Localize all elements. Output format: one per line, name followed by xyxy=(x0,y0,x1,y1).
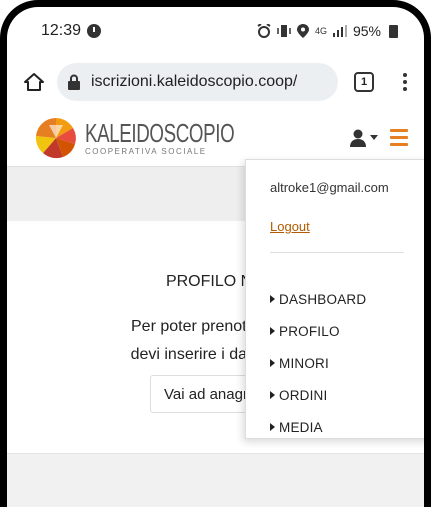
caret-right-icon xyxy=(270,391,275,399)
caret-right-icon xyxy=(270,295,275,303)
user-icon xyxy=(350,129,366,147)
phone-frame: 12:39 4G 95% iscrizioni.kaleidoscopio.co… xyxy=(0,0,431,507)
menu-item-media[interactable]: MEDIA xyxy=(270,411,424,443)
header-actions xyxy=(349,129,408,147)
menu-item-profilo[interactable]: PROFILO xyxy=(270,315,424,347)
caret-right-icon xyxy=(270,359,275,367)
logo-name: KALEIDOSCOPIO xyxy=(85,117,235,148)
menu-item-label: MINORI xyxy=(279,355,329,371)
menu-divider xyxy=(270,252,404,253)
location-icon xyxy=(296,24,309,38)
signal-icon xyxy=(332,25,347,37)
lock-icon xyxy=(68,74,80,90)
battery-percent: 95% xyxy=(352,23,381,39)
status-left: 12:39 xyxy=(41,22,102,40)
url-text: iscrizioni.kaleidoscopio.coop/ xyxy=(91,73,298,90)
tab-switcher-icon[interactable]: 1 xyxy=(354,72,374,92)
status-right: 4G 95% xyxy=(257,23,398,39)
caret-right-icon xyxy=(270,327,275,335)
caret-right-icon xyxy=(270,423,275,431)
menu-item-label: MEDIA xyxy=(279,419,323,435)
logo-subtitle: COOPERATIVA SOCIALE xyxy=(85,146,207,156)
logo-text: KALEIDOSCOPIO COOPERATIVA SOCIALE xyxy=(85,120,292,156)
user-email: altroke1@gmail.com xyxy=(270,180,389,195)
notification-icon xyxy=(87,24,102,38)
address-bar[interactable]: iscrizioni.kaleidoscopio.coop/ xyxy=(57,63,338,101)
menu-item-label: PROFILO xyxy=(279,323,340,339)
browser-menu-icon[interactable] xyxy=(396,73,414,91)
vibrate-icon xyxy=(277,25,291,37)
menu-item-minori[interactable]: MINORI xyxy=(270,347,424,379)
logout-link[interactable]: Logout xyxy=(270,219,310,234)
alarm-icon xyxy=(257,24,271,38)
menu-item-dashboard[interactable]: DASHBOARD xyxy=(270,283,424,315)
network-type: 4G xyxy=(314,26,327,36)
status-time: 12:39 xyxy=(41,22,82,39)
hamburger-menu-icon[interactable] xyxy=(390,129,408,146)
user-menu-button[interactable] xyxy=(349,129,378,147)
battery-icon xyxy=(389,24,398,38)
kaleidoscope-logo-icon xyxy=(35,117,76,158)
menu-item-label: ORDINI xyxy=(279,387,328,403)
menu-item-ordini[interactable]: ORDINI xyxy=(270,379,424,411)
site-logo[interactable]: KALEIDOSCOPIO COOPERATIVA SOCIALE xyxy=(31,117,292,159)
home-icon[interactable] xyxy=(21,69,47,95)
chevron-down-icon xyxy=(370,135,378,140)
user-dropdown-menu: altroke1@gmail.com Logout DASHBOARD PROF… xyxy=(245,159,424,439)
dropdown-nav-list: DASHBOARD PROFILO MINORI ORDINI MEDIA xyxy=(270,283,424,443)
status-bar: 12:39 4G 95% xyxy=(7,7,424,55)
menu-item-label: DASHBOARD xyxy=(279,291,367,307)
footer-section xyxy=(7,453,424,507)
browser-toolbar: iscrizioni.kaleidoscopio.coop/ 1 xyxy=(7,55,424,109)
